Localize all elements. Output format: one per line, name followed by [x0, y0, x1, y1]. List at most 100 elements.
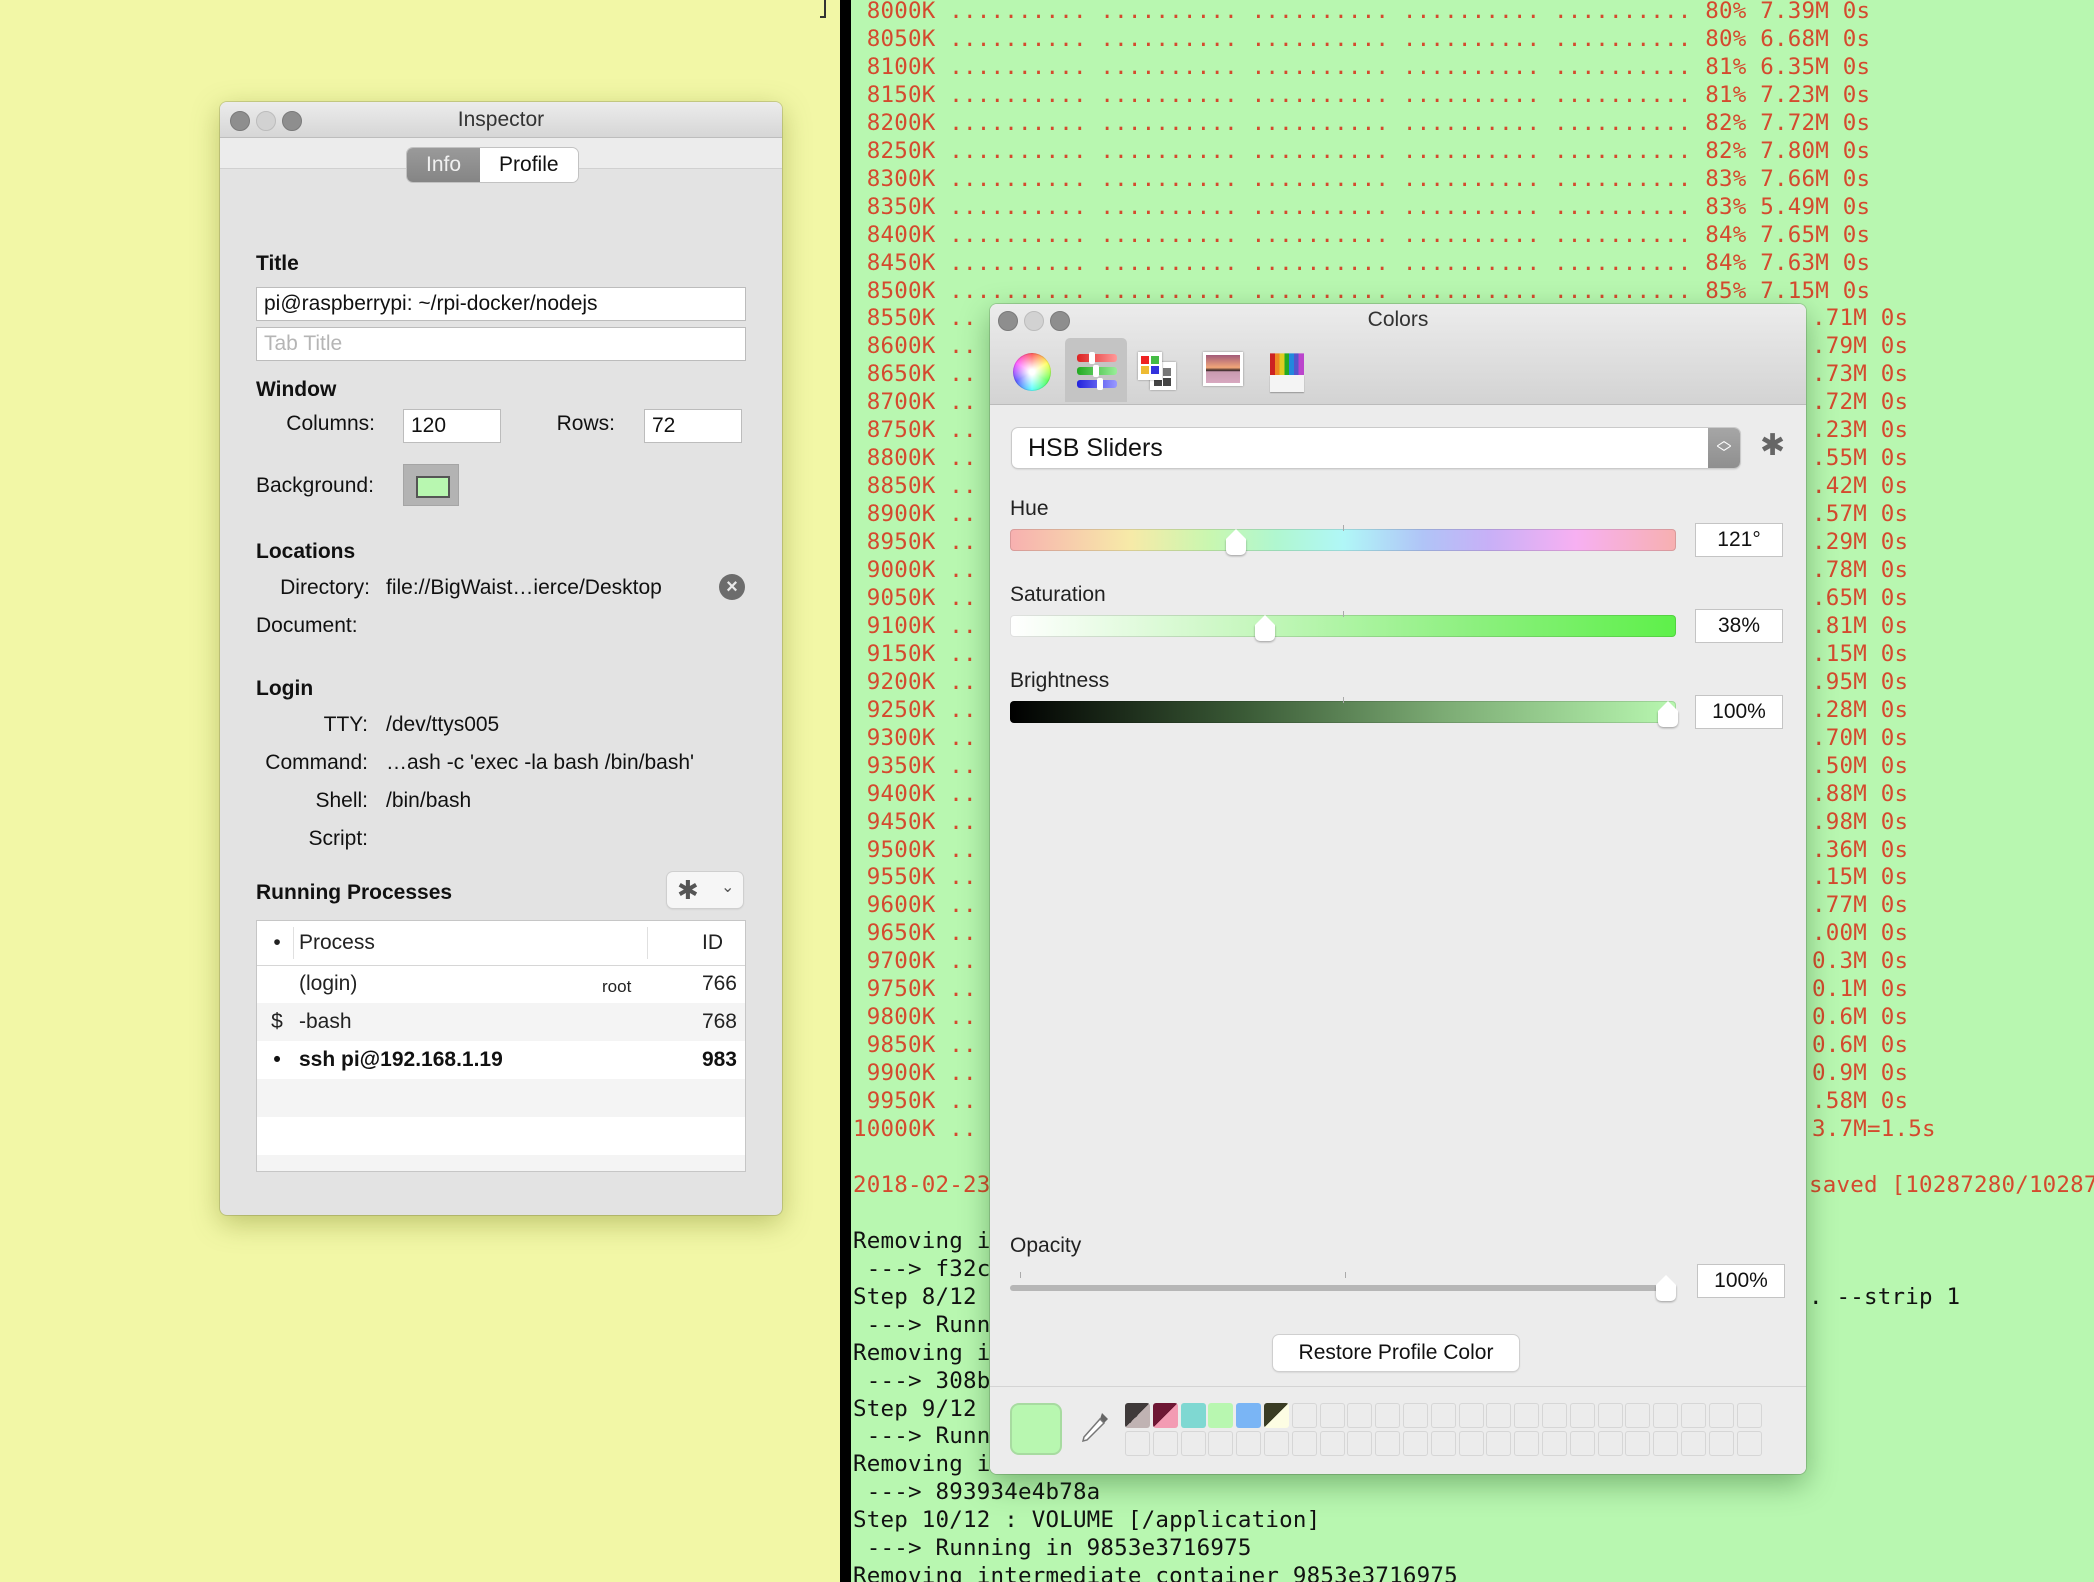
close-button[interactable]	[230, 111, 250, 131]
brightness-slider-thumb[interactable]	[1658, 701, 1678, 727]
empty-swatch[interactable]	[1625, 1403, 1651, 1428]
slider-tick	[1343, 611, 1344, 617]
empty-swatch[interactable]	[1264, 1431, 1289, 1456]
empty-swatch[interactable]	[1347, 1403, 1373, 1428]
opacity-slider-thumb[interactable]	[1656, 1275, 1676, 1301]
empty-swatch[interactable]	[1375, 1403, 1401, 1428]
inspector-titlebar[interactable]: Inspector	[220, 102, 782, 138]
empty-swatch[interactable]	[1542, 1403, 1567, 1428]
background-label: Background:	[256, 474, 374, 497]
terminal-progress-line: 8650K ..	[853, 361, 977, 388]
image-palettes-mode[interactable]	[1191, 338, 1253, 402]
empty-swatch[interactable]	[1125, 1431, 1150, 1456]
empty-swatch[interactable]	[1486, 1431, 1512, 1456]
rows-input[interactable]	[644, 409, 742, 443]
empty-swatch[interactable]	[1708, 1403, 1734, 1428]
empty-swatch[interactable]	[1291, 1403, 1317, 1428]
pencils-mode[interactable]	[1254, 338, 1316, 402]
saturation-value[interactable]: 38%	[1695, 609, 1783, 643]
terminal-progress-line: 10000K ..	[853, 1116, 977, 1142]
process-row[interactable]: $ -bash 768	[257, 1003, 745, 1041]
hue-value[interactable]: 121°	[1695, 523, 1783, 557]
empty-swatch[interactable]	[1291, 1431, 1317, 1456]
color-swatch[interactable]	[1236, 1403, 1262, 1428]
empty-swatch[interactable]	[1736, 1431, 1762, 1456]
eyedropper-icon[interactable]	[1078, 1409, 1112, 1453]
color-wheel-mode[interactable]	[1002, 338, 1064, 402]
brightness-slider[interactable]	[1010, 701, 1676, 723]
column-id[interactable]: ID	[702, 921, 723, 965]
process-marker: •	[273, 1048, 281, 1071]
opacity-value[interactable]: 100%	[1697, 1264, 1785, 1298]
minimize-button[interactable]	[256, 111, 276, 131]
restore-profile-color-button[interactable]: Restore Profile Color	[1273, 1335, 1519, 1371]
tab-info[interactable]: Info	[407, 148, 481, 182]
clear-directory-icon[interactable]: ×	[719, 574, 745, 600]
color-swatch[interactable]	[1152, 1403, 1178, 1428]
empty-swatch[interactable]	[1347, 1431, 1373, 1456]
saturation-slider-thumb[interactable]	[1255, 615, 1275, 641]
hue-slider-thumb[interactable]	[1226, 529, 1247, 555]
gear-icon[interactable]: ✱	[1760, 428, 1785, 463]
terminal-progress-line-end: 0.1M 0s	[1812, 976, 1909, 1003]
terminal-progress-line: 9400K ..	[853, 780, 977, 807]
empty-swatch[interactable]	[1236, 1431, 1262, 1456]
empty-swatch[interactable]	[1152, 1431, 1178, 1456]
empty-swatch[interactable]	[1653, 1431, 1679, 1456]
empty-swatch[interactable]	[1569, 1431, 1595, 1456]
empty-swatch[interactable]	[1514, 1431, 1540, 1456]
empty-swatch[interactable]	[1430, 1403, 1456, 1428]
empty-swatch[interactable]	[1208, 1431, 1234, 1456]
process-table: • Process ID (login) root 766 $ -bash 768 • ssh…	[256, 920, 746, 1172]
column-marker[interactable]: •	[265, 921, 289, 965]
brightness-value[interactable]: 100%	[1695, 695, 1783, 729]
tab-title-input[interactable]	[256, 327, 746, 361]
column-process[interactable]: Process	[299, 921, 375, 965]
tab-profile[interactable]: Profile	[480, 148, 578, 182]
color-swatch[interactable]	[1208, 1403, 1234, 1428]
empty-swatch[interactable]	[1514, 1403, 1540, 1428]
empty-swatch[interactable]	[1597, 1403, 1623, 1428]
saturation-slider[interactable]	[1010, 615, 1676, 637]
empty-swatch[interactable]	[1653, 1403, 1679, 1428]
current-color-well[interactable]	[1010, 1403, 1062, 1455]
empty-swatch[interactable]	[1458, 1431, 1484, 1456]
empty-swatch[interactable]	[1319, 1431, 1345, 1456]
opacity-slider[interactable]	[1010, 1285, 1676, 1291]
process-row[interactable]: • ssh pi@192.168.1.19 983	[257, 1041, 745, 1079]
empty-swatch[interactable]	[1430, 1431, 1456, 1456]
empty-swatch[interactable]	[1375, 1431, 1401, 1456]
empty-swatch[interactable]	[1708, 1431, 1734, 1456]
terminal-progress-line: 9150K ..	[853, 640, 977, 667]
color-swatch[interactable]	[1125, 1403, 1150, 1428]
slider-type-popup[interactable]: HSB Sliders ︿ ﹀	[1012, 428, 1740, 468]
empty-swatch[interactable]	[1625, 1431, 1651, 1456]
process-action-menu[interactable]: ✱ ⌄	[667, 872, 743, 908]
empty-swatch[interactable]	[1403, 1403, 1428, 1428]
empty-swatch[interactable]	[1681, 1431, 1706, 1456]
empty-swatch[interactable]	[1736, 1403, 1762, 1428]
color-palettes-mode[interactable]	[1128, 338, 1190, 402]
color-swatch[interactable]	[1180, 1403, 1206, 1428]
window-title-input[interactable]	[256, 287, 746, 321]
empty-swatch[interactable]	[1319, 1403, 1345, 1428]
empty-swatch[interactable]	[1681, 1403, 1706, 1428]
empty-swatch[interactable]	[1486, 1403, 1512, 1428]
empty-swatch[interactable]	[1403, 1431, 1428, 1456]
colors-titlebar[interactable]: Colors	[990, 304, 1806, 405]
empty-swatch[interactable]	[1180, 1431, 1206, 1456]
color-sliders-mode[interactable]	[1065, 338, 1127, 402]
empty-swatch[interactable]	[1597, 1431, 1623, 1456]
columns-input[interactable]	[403, 409, 501, 443]
empty-swatch[interactable]	[1458, 1403, 1484, 1428]
hue-slider[interactable]	[1010, 529, 1676, 551]
process-row[interactable]: (login) root 766	[257, 965, 745, 1003]
background-color-well[interactable]	[403, 464, 459, 506]
color-swatch[interactable]	[1264, 1403, 1289, 1428]
empty-swatch[interactable]	[1542, 1431, 1567, 1456]
empty-swatch[interactable]	[1569, 1403, 1595, 1428]
slider-tick	[1343, 697, 1344, 703]
process-table-header: • Process ID	[257, 921, 745, 966]
zoom-button[interactable]	[282, 111, 302, 131]
process-name: (login)	[299, 972, 358, 995]
